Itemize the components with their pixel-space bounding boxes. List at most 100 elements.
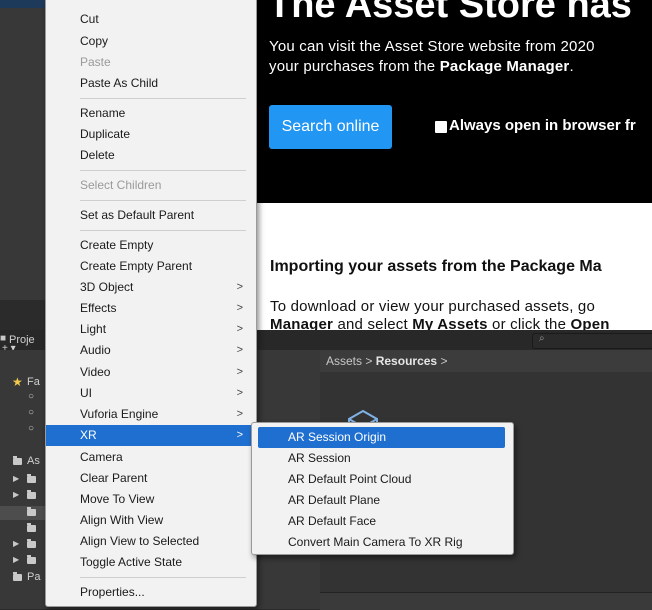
menu-separator — [80, 230, 246, 231]
search-icon: ⌕ — [539, 333, 545, 344]
menu-item-label: Clear Parent — [80, 471, 148, 485]
assets-folder-icon — [13, 456, 22, 465]
expand-arrow-icon[interactable]: ▶ — [13, 555, 19, 564]
menu-item-label: Toggle Active State — [80, 555, 183, 569]
page-paragraph: your purchases from the Package Manager. — [269, 58, 574, 75]
folder-icon — [27, 523, 36, 532]
expand-arrow-icon[interactable]: ▶ — [13, 474, 19, 483]
menu-item-align-view-to-selected[interactable]: Align View to Selected — [46, 531, 256, 552]
menu-item-label: Cut — [80, 12, 99, 26]
always-open-label[interactable]: Always open in browser fr — [449, 117, 636, 134]
always-open-checkbox[interactable] — [435, 121, 447, 133]
folder-icon — [27, 490, 36, 499]
assets-folder-label[interactable]: As — [27, 455, 40, 467]
menu-item-label: Copy — [80, 34, 109, 48]
page-heading: The Asset Store has — [268, 0, 632, 26]
menu-item-ui[interactable]: UI > — [46, 383, 256, 404]
submenu-item-ar-default-point-cloud[interactable]: AR Default Point Cloud — [258, 469, 505, 490]
submenu-item-label: AR Default Point Cloud — [288, 472, 412, 486]
section-heading: Importing your assets from the Package M… — [270, 258, 602, 275]
menu-item-audio[interactable]: Audio > — [46, 340, 256, 361]
folder-icon — [27, 555, 36, 564]
folder-icon — [27, 539, 36, 548]
breadcrumb-root[interactable]: Assets — [326, 354, 362, 368]
xr-submenu: AR Session Origin AR Session AR Default … — [251, 422, 514, 555]
text-span: and select — [333, 316, 413, 330]
menu-item-effects[interactable]: Effects > — [46, 298, 256, 319]
search-filter-icon[interactable]: ○ — [28, 423, 34, 434]
submenu-item-ar-default-plane[interactable]: AR Default Plane — [258, 490, 505, 511]
text-span: My Assets — [412, 316, 488, 330]
menu-item-create-empty-parent[interactable]: Create Empty Parent — [46, 256, 256, 277]
menu-item-toggle-active-state[interactable]: Toggle Active State — [46, 552, 256, 573]
menu-item-set-as-default-parent[interactable]: Set as Default Parent — [46, 205, 256, 226]
menu-item-label: Paste — [80, 55, 111, 69]
menu-item-label: Set as Default Parent — [80, 208, 195, 222]
menu-item-label: Duplicate — [80, 127, 131, 141]
menu-item-properties[interactable]: Properties... — [46, 582, 256, 603]
chevron-right-icon: > — [236, 366, 243, 378]
menu-item-label: XR — [80, 428, 97, 442]
menu-item-3d-object[interactable]: 3D Object > — [46, 277, 256, 298]
menu-item-vuforia-engine[interactable]: Vuforia Engine > — [46, 404, 256, 425]
submenu-item-ar-session-origin[interactable]: AR Session Origin — [258, 427, 505, 448]
menu-item-rename[interactable]: Rename — [46, 103, 256, 124]
breadcrumb-current[interactable]: Resources — [376, 354, 437, 368]
menu-item-video[interactable]: Video > — [46, 362, 256, 383]
folder-icon — [27, 474, 36, 483]
menu-item-light[interactable]: Light > — [46, 319, 256, 340]
menu-item-clear-parent[interactable]: Clear Parent — [46, 468, 256, 489]
search-filter-icon[interactable]: ○ — [28, 391, 34, 402]
package-manager-link: Package Manager — [439, 58, 570, 75]
menu-item-copy[interactable]: Copy — [46, 31, 256, 52]
menu-item-duplicate[interactable]: Duplicate — [46, 124, 256, 145]
menu-item-paste-as-child[interactable]: Paste As Child — [46, 73, 256, 94]
menu-item-label: Align View to Selected — [80, 534, 200, 548]
packages-folder-icon — [13, 572, 22, 581]
breadcrumb: Assets > Resources > — [326, 354, 447, 368]
submenu-item-label: AR Default Face — [288, 514, 377, 528]
menu-item-move-to-view[interactable]: Move To View — [46, 489, 256, 510]
menu-item-select-children: Select Children — [46, 175, 256, 196]
packages-folder-label[interactable]: Pa — [27, 571, 40, 583]
menu-item-cut[interactable]: Cut — [46, 9, 256, 30]
project-search-input[interactable]: ⌕ — [532, 333, 652, 349]
submenu-item-ar-default-face[interactable]: AR Default Face — [258, 511, 505, 532]
submenu-item-label: AR Default Plane — [288, 493, 381, 507]
chevron-right-icon: > — [236, 281, 243, 293]
menu-item-align-with-view[interactable]: Align With View — [46, 510, 256, 531]
menu-item-label: Create Empty — [80, 238, 154, 252]
menu-item-label: Select Children — [80, 178, 162, 192]
chevron-right-icon: > — [236, 323, 243, 335]
menu-item-xr[interactable]: XR > — [46, 425, 256, 446]
menu-item-label: Audio — [80, 343, 111, 357]
menu-item-label: Delete — [80, 148, 115, 162]
hierarchy-context-menu: Cut Copy Paste Paste As Child Rename Dup… — [45, 0, 257, 607]
menu-item-label: Align With View — [80, 513, 164, 527]
text-span: Manager — [270, 316, 334, 330]
chevron-right-icon: > — [236, 387, 243, 399]
asset-store-page: The Asset Store has You can visit the As… — [256, 0, 652, 330]
submenu-item-ar-session[interactable]: AR Session — [258, 448, 505, 469]
asset-store-banner — [256, 0, 652, 203]
favorites-label[interactable]: Fa — [27, 376, 40, 388]
expand-arrow-icon[interactable]: ▶ — [13, 539, 19, 548]
menu-item-label: Properties... — [80, 585, 145, 599]
menu-item-label: UI — [80, 386, 92, 400]
menu-item-label: Camera — [80, 450, 123, 464]
menu-item-create-empty[interactable]: Create Empty — [46, 235, 256, 256]
menu-item-label: Create Empty Parent — [80, 259, 193, 273]
chevron-right-icon: > — [236, 429, 243, 441]
page-paragraph: You can visit the Asset Store website fr… — [269, 38, 595, 55]
search-filter-icon[interactable]: ○ — [28, 407, 34, 418]
favorites-star-icon: ★ — [12, 375, 23, 389]
menu-item-label: Effects — [80, 301, 117, 315]
submenu-item-label: Convert Main Camera To XR Rig — [288, 535, 463, 549]
expand-arrow-icon[interactable]: ▶ — [13, 490, 19, 499]
menu-item-delete[interactable]: Delete — [46, 145, 256, 166]
text-span: or click the — [487, 316, 571, 330]
menu-item-camera[interactable]: Camera — [46, 447, 256, 468]
search-online-button[interactable]: Search online — [269, 105, 392, 149]
menu-item-label: Vuforia Engine — [80, 407, 159, 421]
submenu-item-convert-main-camera-to-xr-rig[interactable]: Convert Main Camera To XR Rig — [258, 532, 505, 553]
